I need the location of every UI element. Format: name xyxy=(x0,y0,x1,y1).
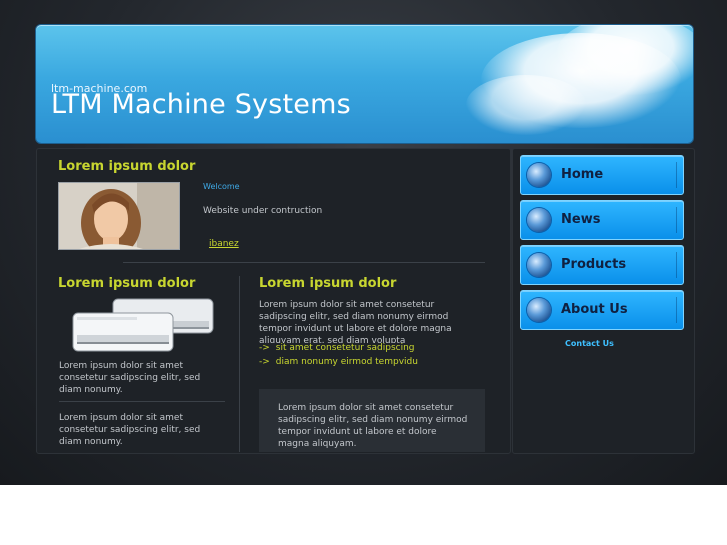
nav-home[interactable]: Home xyxy=(520,155,684,195)
nav-divider xyxy=(676,207,677,233)
left-heading: Lorem ipsum dolor xyxy=(58,276,196,291)
globe-icon xyxy=(527,298,551,322)
nav-label: News xyxy=(561,212,601,227)
sidebar: Home News Products About Us Contact Us xyxy=(512,148,695,454)
arrow-link-label: sit amet consetetur sadipscing xyxy=(275,343,415,353)
intro-heading: Lorem ipsum dolor xyxy=(58,159,196,174)
portrait-image xyxy=(59,183,179,249)
globe-icon xyxy=(527,163,551,187)
status-text: Website under contruction xyxy=(203,206,323,216)
arrow-link-1[interactable]: -> sit amet consetetur sadipscing xyxy=(259,343,415,353)
ibanez-link[interactable]: ibanez xyxy=(209,239,239,249)
left-paragraph-1: Lorem ipsum dolor sit amet consetetur sa… xyxy=(59,361,201,395)
nav-about-us[interactable]: About Us xyxy=(520,290,684,330)
nav-label: About Us xyxy=(561,302,628,317)
right-paragraph: Lorem ipsum dolor sit amet consetetur sa… xyxy=(259,300,452,343)
arrow-link-label: diam nonumy eirmod tempvidu xyxy=(275,357,418,367)
header-banner: ltm-machine.com LTM Machine Systems xyxy=(36,25,693,143)
quote-box: Lorem ipsum dolor sit amet consetetur sa… xyxy=(259,389,485,452)
air-conditioner-image xyxy=(72,298,214,352)
arrow-icon: -> xyxy=(259,357,270,367)
nav-products[interactable]: Products xyxy=(520,245,684,285)
left-paragraph-2: Lorem ipsum dolor sit amet consetetur sa… xyxy=(59,413,201,447)
welcome-text: Welcome xyxy=(203,182,240,191)
nav-divider xyxy=(676,162,677,188)
nav-divider xyxy=(676,297,677,323)
divider xyxy=(59,401,225,402)
globe-icon xyxy=(527,253,551,277)
nav-news[interactable]: News xyxy=(520,200,684,240)
divider xyxy=(123,262,485,263)
nav-divider xyxy=(676,252,677,278)
column-divider xyxy=(239,276,240,452)
main-content: Lorem ipsum dolor Welcome Website under … xyxy=(36,148,511,454)
nav-label: Home xyxy=(561,167,604,182)
arrow-icon: -> xyxy=(259,343,270,353)
woman-photo xyxy=(58,182,180,250)
cloud-graphic xyxy=(466,75,586,135)
quote-text: Lorem ipsum dolor sit amet consetetur sa… xyxy=(278,403,468,449)
globe-icon xyxy=(527,208,551,232)
site-title: LTM Machine Systems xyxy=(51,89,351,120)
contact-us-link[interactable]: Contact Us xyxy=(565,339,614,348)
arrow-link-2[interactable]: -> diam nonumy eirmod tempvidu xyxy=(259,357,418,367)
page-background: ltm-machine.com LTM Machine Systems Lore… xyxy=(0,0,727,485)
right-heading: Lorem ipsum dolor xyxy=(259,276,397,291)
nav-label: Products xyxy=(561,257,627,272)
